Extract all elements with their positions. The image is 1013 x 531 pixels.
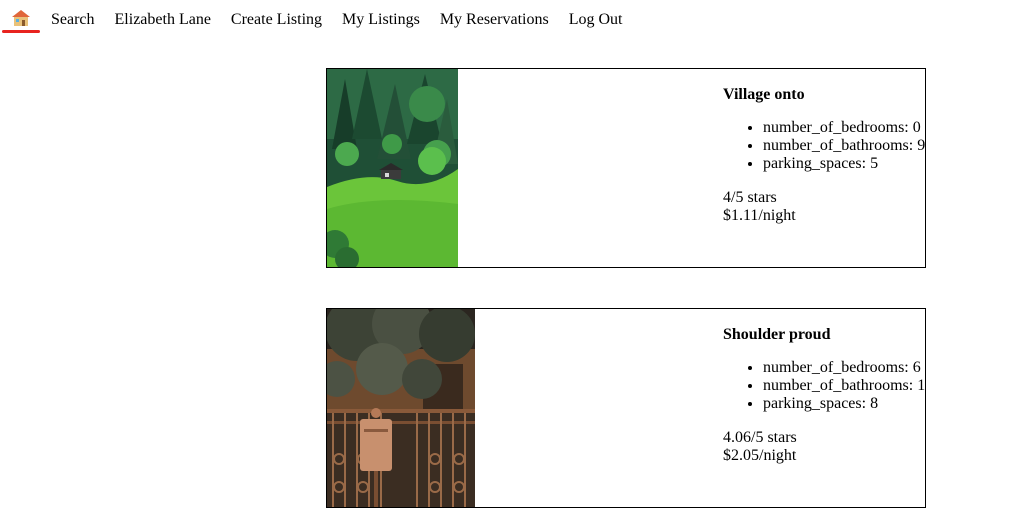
listing-details: Village onto number_of_bedrooms: 0 numbe… — [723, 69, 925, 225]
listing-title[interactable]: Village onto — [723, 86, 925, 104]
nav-links: Search Elizabeth Lane Create Listing My … — [51, 10, 642, 30]
nav-my-listings-link[interactable]: My Listings — [342, 10, 420, 30]
nav-search-link[interactable]: Search — [51, 10, 95, 30]
spec-parking: parking_spaces: 5 — [763, 155, 925, 173]
listing-specs: number_of_bedrooms: 6 number_of_bathroom… — [723, 359, 925, 413]
house-icon — [12, 10, 30, 26]
nav-my-reservations-link[interactable]: My Reservations — [440, 10, 549, 30]
listing-card[interactable]: Shoulder proud number_of_bedrooms: 6 num… — [326, 308, 926, 508]
top-nav: Search Elizabeth Lane Create Listing My … — [0, 0, 1013, 40]
spec-bedrooms: number_of_bedrooms: 0 — [763, 119, 925, 137]
spec-bathrooms: number_of_bathrooms: 1 — [763, 377, 925, 395]
spec-bathrooms: number_of_bathrooms: 9 — [763, 137, 925, 155]
active-nav-indicator — [2, 30, 40, 33]
spec-bedrooms: number_of_bedrooms: 6 — [763, 359, 925, 377]
listing-specs: number_of_bedrooms: 0 number_of_bathroom… — [723, 119, 925, 173]
listing-card[interactable]: Village onto number_of_bedrooms: 0 numbe… — [326, 68, 926, 268]
listing-details: Shoulder proud number_of_bedrooms: 6 num… — [723, 309, 925, 465]
listing-title[interactable]: Shoulder proud — [723, 326, 925, 344]
listing-rating: 4/5 stars — [723, 189, 777, 206]
listing-photo — [327, 309, 475, 507]
listing-rating: 4.06/5 stars — [723, 429, 797, 446]
listing-photo — [327, 69, 458, 267]
listing-price: $2.05/night — [723, 447, 797, 464]
nav-profile-link[interactable]: Elizabeth Lane — [115, 10, 211, 30]
nav-log-out-link[interactable]: Log Out — [569, 10, 623, 30]
nav-create-listing-link[interactable]: Create Listing — [231, 10, 322, 30]
spec-parking: parking_spaces: 8 — [763, 395, 925, 413]
listing-price: $1.11/night — [723, 207, 796, 224]
